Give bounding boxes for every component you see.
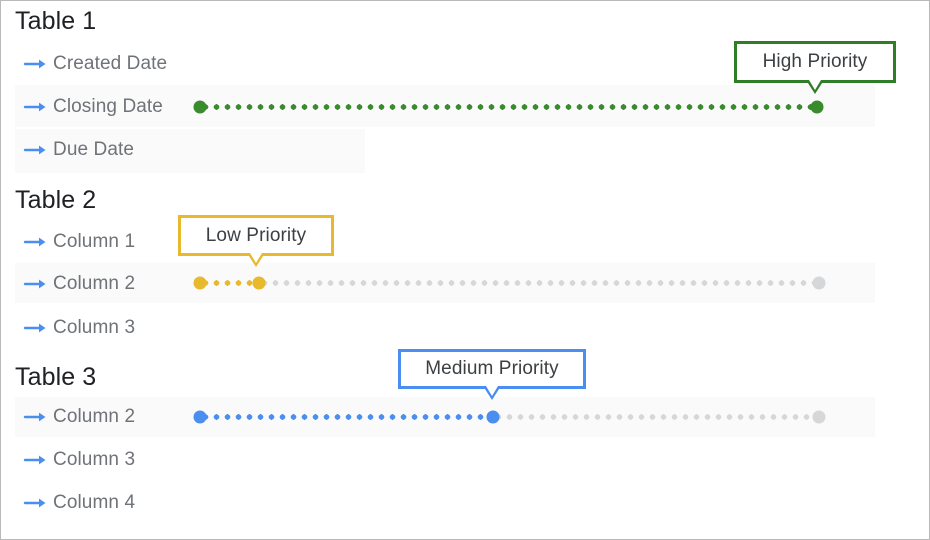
- bar-segment-remaining: [259, 280, 819, 286]
- arrow-right-icon: [23, 235, 49, 249]
- bar-start-handle[interactable]: [193, 276, 207, 290]
- arrow-right-icon: [23, 496, 49, 510]
- callout-label: Medium Priority: [425, 358, 559, 379]
- bar-progress-handle[interactable]: [252, 276, 266, 290]
- arrow-right-icon: [23, 57, 49, 71]
- row-column-4-table-3[interactable]: Column 4: [23, 489, 135, 517]
- callout-label: Low Priority: [205, 224, 307, 246]
- row-label: Column 2: [53, 406, 136, 427]
- arrow-right-icon: [23, 321, 49, 335]
- row-column-3-table-2[interactable]: Column 3: [23, 314, 135, 342]
- callout-tail-inner: [486, 386, 498, 396]
- callout-label: High Priority: [762, 51, 868, 72]
- row-label: Created Date: [53, 53, 168, 74]
- high-priority-callout[interactable]: High Priority: [734, 41, 896, 94]
- row-column-2-table-3[interactable]: Column 2: [23, 403, 135, 431]
- medium-priority-callout[interactable]: Medium Priority: [398, 349, 586, 400]
- bar-segment-filled: [200, 414, 493, 420]
- group-title-table-2: Table 2: [15, 186, 97, 214]
- row-closing-date[interactable]: Closing Date: [23, 93, 163, 121]
- row-label: Column 3: [53, 317, 136, 338]
- row-due-date[interactable]: Due Date: [23, 136, 134, 164]
- group-title-table-1: Table 1: [15, 7, 97, 35]
- bar-segment-filled: [200, 104, 817, 110]
- row-created-date[interactable]: Created Date: [23, 50, 167, 78]
- row-column-3-table-3[interactable]: Column 3: [23, 446, 135, 474]
- arrow-right-icon: [23, 453, 49, 467]
- callout-tail-inner: [250, 253, 262, 263]
- bar-start-handle[interactable]: [193, 410, 207, 424]
- row-column-2-table-2[interactable]: Column 2: [23, 270, 135, 298]
- arrow-right-icon: [23, 277, 49, 291]
- row-column-1-table-2[interactable]: Column 1: [23, 228, 135, 256]
- arrow-right-icon: [23, 410, 49, 424]
- bar-progress-handle[interactable]: [486, 410, 500, 424]
- bar-end-handle[interactable]: [812, 410, 826, 424]
- bar-end-handle[interactable]: [812, 276, 826, 290]
- bar-start-handle[interactable]: [193, 100, 207, 114]
- row-label: Closing Date: [53, 96, 163, 117]
- row-label: Column 1: [53, 231, 136, 252]
- bar-segment-remaining: [493, 414, 819, 420]
- row-label: Column 2: [53, 273, 136, 294]
- bar-segment-filled: [200, 280, 259, 286]
- callout-tail-inner: [809, 80, 821, 90]
- row-label: Column 4: [53, 492, 136, 513]
- row-label: Due Date: [53, 139, 135, 160]
- bar-end-handle[interactable]: [810, 100, 824, 114]
- column-2-table-2-bar[interactable]: [193, 276, 826, 290]
- arrow-right-icon: [23, 143, 49, 157]
- gantt-timeline-canvas: Table 1 Created Date Closing Date Due Da…: [0, 0, 930, 540]
- arrow-right-icon: [23, 100, 49, 114]
- column-2-table-3-bar[interactable]: [193, 410, 826, 424]
- group-title-table-3: Table 3: [15, 363, 97, 391]
- closing-date-bar[interactable]: [193, 100, 824, 114]
- row-label: Column 3: [53, 449, 136, 470]
- low-priority-callout[interactable]: Low Priority: [178, 215, 334, 267]
